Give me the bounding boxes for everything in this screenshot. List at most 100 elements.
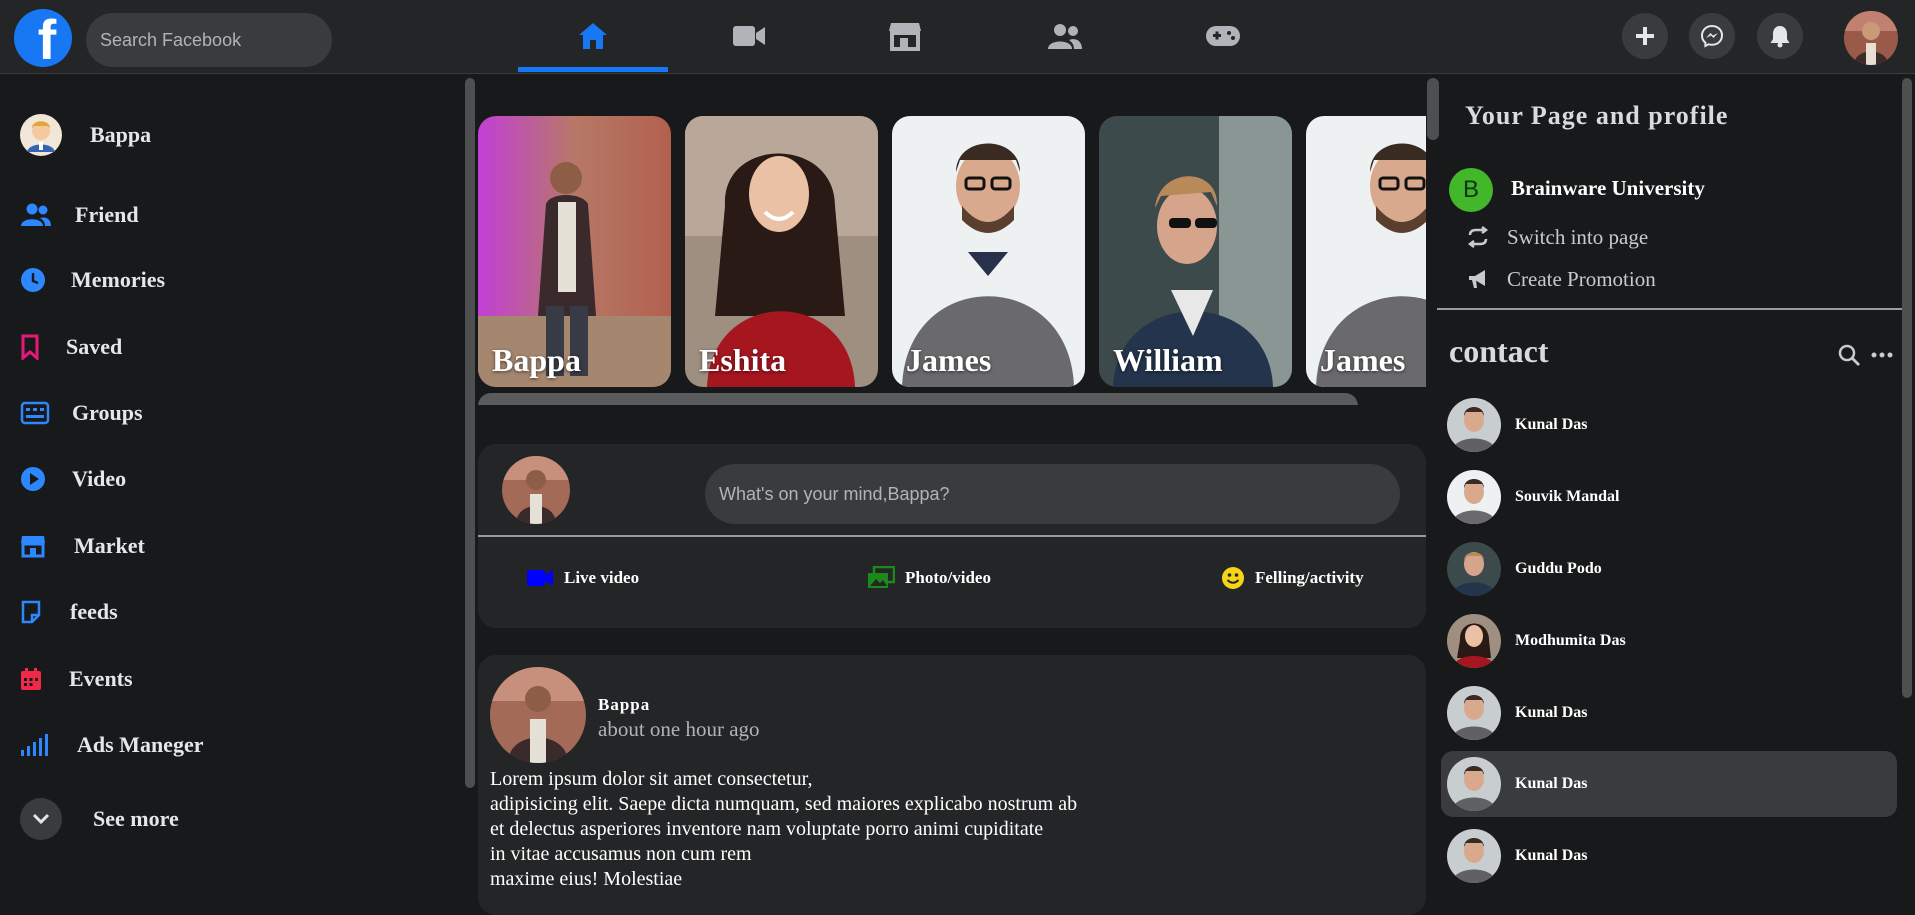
contact-avatar <box>1447 829 1501 883</box>
post-composer: Live video Photo/video Felling/activity <box>478 444 1426 628</box>
sidebar-item-saved[interactable]: Saved <box>20 323 122 371</box>
store-icon <box>21 536 45 558</box>
story-card[interactable]: Bappa <box>478 116 671 387</box>
messenger-button[interactable] <box>1689 13 1735 59</box>
status-input[interactable] <box>705 464 1400 524</box>
contact-avatar <box>1447 470 1501 524</box>
contact-avatar <box>1447 398 1501 452</box>
post-author-avatar[interactable] <box>490 667 586 763</box>
post-author-name[interactable]: Bappa <box>598 695 650 715</box>
post-timestamp: about one hour ago <box>598 717 760 741</box>
signal-bars-icon <box>21 734 48 756</box>
feed-post: Bappa about one hour ago Lorem ipsum dol… <box>478 655 1426 915</box>
sidebar-profile-name: Bappa <box>90 122 152 147</box>
live-video-label: Live video <box>564 568 640 587</box>
plus-icon <box>1636 27 1654 45</box>
sidebar-item-friend[interactable]: Friend <box>20 191 139 239</box>
sidebar-item-events[interactable]: Events <box>20 655 133 703</box>
story-card[interactable]: James <box>1306 116 1426 387</box>
contact-name: Kunal Das <box>1515 775 1588 792</box>
profile-avatar <box>20 114 62 156</box>
play-icon <box>21 467 45 491</box>
story-card[interactable]: William <box>1099 116 1292 387</box>
sidebar-item-video[interactable]: Video <box>20 455 126 503</box>
photo-video-button[interactable]: Photo/video <box>867 554 991 602</box>
friends-icon <box>21 203 51 226</box>
right-divider <box>1437 308 1907 310</box>
sidebar-item-label: Ads Maneger <box>77 732 204 757</box>
search-input[interactable] <box>86 13 332 67</box>
sidebar-item-ads-manager[interactable]: Ads Maneger <box>20 721 203 769</box>
more-options-icon[interactable] <box>1871 351 1893 359</box>
contact-item[interactable]: Kunal Das <box>1441 751 1897 817</box>
megaphone-icon <box>1469 270 1485 288</box>
contact-item[interactable]: Kunal Das <box>1441 823 1897 889</box>
switch-page-button[interactable]: Switch into page <box>1467 221 1648 253</box>
tab-video[interactable] <box>674 0 824 72</box>
gamepad-icon <box>1206 26 1240 46</box>
create-promotion-button[interactable]: Create Promotion <box>1467 263 1656 295</box>
facebook-logo[interactable]: f <box>14 9 72 67</box>
contact-name: Kunal Das <box>1515 704 1588 721</box>
page-name[interactable]: Brainware University <box>1511 176 1705 201</box>
photos-icon <box>868 566 895 588</box>
feeling-activity-label: Felling/activity <box>1255 568 1364 587</box>
store-icon <box>889 23 921 51</box>
contact-item[interactable]: Kunal Das <box>1441 392 1897 458</box>
contact-item[interactable]: Modhumita Das <box>1441 608 1897 674</box>
contact-item[interactable]: Guddu Podo <box>1441 536 1897 602</box>
sidebar-profile[interactable]: Bappa <box>20 111 151 159</box>
right-scrollbar[interactable] <box>1902 78 1912 698</box>
story-card[interactable]: Eshita <box>685 116 878 387</box>
clock-icon <box>21 268 45 292</box>
create-promotion-label: Create Promotion <box>1507 266 1656 291</box>
sidebar-item-label: Video <box>72 466 127 491</box>
contact-item[interactable]: Kunal Das <box>1441 680 1897 746</box>
contact-item[interactable]: Souvik Mandal <box>1441 464 1897 530</box>
sidebar-item-market[interactable]: Market <box>20 522 145 570</box>
story-name: James <box>906 342 992 378</box>
tab-groups[interactable] <box>990 0 1140 72</box>
video-camera-icon <box>527 570 553 586</box>
tab-marketplace[interactable] <box>830 0 980 72</box>
account-avatar[interactable] <box>1844 11 1898 65</box>
contact-avatar <box>1447 757 1501 811</box>
see-more-button[interactable]: See more <box>20 795 179 843</box>
search-icon[interactable] <box>1837 343 1861 367</box>
left-scrollbar[interactable] <box>465 78 475 788</box>
tab-gaming[interactable] <box>1148 0 1298 72</box>
right-sidebar: Your Page and profile B Brainware Univer… <box>1437 75 1915 883</box>
sidebar-item-memories[interactable]: Memories <box>20 256 165 304</box>
sidebar-item-feeds[interactable]: feeds <box>20 588 118 636</box>
messenger-icon <box>1700 24 1724 48</box>
page-profile-heading: Your Page and profile <box>1465 101 1729 130</box>
contacts-heading: contact <box>1449 333 1549 369</box>
contact-name: Kunal Das <box>1515 847 1588 864</box>
create-button[interactable] <box>1622 13 1668 59</box>
story-name: William <box>1113 342 1223 378</box>
left-sidebar: Bappa Friend Memories Saved Groups Video… <box>0 75 478 882</box>
story-name: Bappa <box>492 342 581 378</box>
stories-scrollbar[interactable] <box>478 393 1358 405</box>
story-card[interactable]: James <box>892 116 1085 387</box>
sidebar-item-label: Market <box>74 533 145 558</box>
contact-name: Guddu Podo <box>1515 560 1602 577</box>
post-text: Lorem ipsum dolor sit amet consectetur, … <box>490 768 1078 890</box>
contact-name: Modhumita Das <box>1515 632 1626 649</box>
news-feed: Bappa Eshita James William James Live vi… <box>478 75 1439 915</box>
sidebar-item-groups[interactable]: Groups <box>20 389 143 437</box>
bookmark-icon <box>21 334 39 360</box>
live-video-button[interactable]: Live video <box>526 554 639 602</box>
see-more-label: See more <box>93 806 179 831</box>
page-avatar[interactable]: B <box>1449 168 1493 212</box>
feeling-activity-button[interactable]: Felling/activity <box>1221 554 1364 602</box>
notifications-button[interactable] <box>1757 13 1803 59</box>
sidebar-item-label: Saved <box>66 334 123 359</box>
tab-home[interactable] <box>518 0 668 72</box>
feeds-icon <box>21 600 41 624</box>
contact-avatar <box>1447 542 1501 596</box>
sidebar-item-label: Events <box>69 666 133 691</box>
top-navbar: f <box>0 0 1915 74</box>
sidebar-item-label: feeds <box>70 599 118 624</box>
contact-name: Souvik Mandal <box>1515 488 1620 505</box>
